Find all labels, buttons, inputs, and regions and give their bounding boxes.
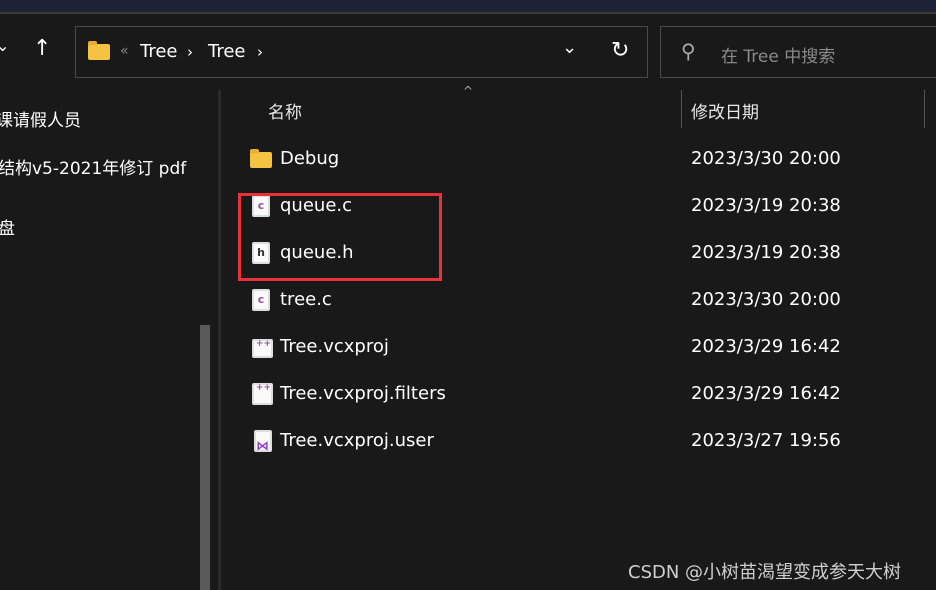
- file-row[interactable]: Debug 2023/3/30 20:00: [250, 140, 936, 180]
- search-icon: ⚲: [681, 39, 696, 63]
- vs-user-icon: ⋈: [250, 430, 272, 454]
- file-name: Tree.vcxproj.filters: [280, 383, 446, 404]
- file-date: 2023/3/29 16:42: [691, 383, 841, 404]
- sort-ascending-icon: ^: [463, 84, 474, 98]
- address-dropdown-icon[interactable]: ⌄: [562, 37, 577, 58]
- folder-icon: [88, 41, 110, 60]
- file-date: 2023/3/29 16:42: [691, 336, 841, 357]
- column-header-name[interactable]: 名称: [268, 98, 302, 123]
- search-box[interactable]: ⚲ 在 Tree 中搜索: [660, 26, 936, 78]
- file-row[interactable]: ⋈ Tree.vcxproj.user 2023/3/27 19:56: [250, 422, 936, 462]
- file-name: Tree.vcxproj.user: [280, 430, 434, 451]
- up-arrow-button[interactable]: ↑: [33, 36, 51, 61]
- filters-icon: ++: [250, 383, 273, 405]
- file-name: Tree.vcxproj: [280, 336, 389, 357]
- watermark: CSDN @小树苗渴望变成参天大树: [628, 562, 902, 583]
- breadcrumb-separator-icon[interactable]: ›: [187, 43, 193, 61]
- vcxproj-icon: ++: [250, 336, 273, 358]
- file-date: 2023/3/19 20:38: [691, 195, 841, 216]
- breadcrumb-overflow[interactable]: «: [120, 43, 129, 59]
- file-date: 2023/3/27 19:56: [691, 430, 841, 451]
- breadcrumb-item[interactable]: Tree: [140, 41, 178, 62]
- file-date: 2023/3/30 20:00: [691, 148, 841, 169]
- highlight-box: [238, 193, 442, 281]
- recent-chevron-icon[interactable]: ⌄: [0, 36, 9, 55]
- c-file-icon: c: [250, 289, 272, 311]
- address-bar[interactable]: « Tree › Tree › ⌄ ↻: [75, 26, 648, 78]
- file-name: tree.c: [280, 289, 332, 310]
- breadcrumb-separator-icon[interactable]: ›: [257, 43, 263, 61]
- file-row[interactable]: ++ Tree.vcxproj.filters 2023/3/29 16:42: [250, 375, 936, 415]
- column-separator[interactable]: [924, 90, 925, 128]
- title-bar: [0, 0, 936, 14]
- file-row[interactable]: c tree.c 2023/3/30 20:00: [250, 281, 936, 321]
- file-date: 2023/3/30 20:00: [691, 289, 841, 310]
- breadcrumb-item[interactable]: Tree: [208, 41, 246, 62]
- column-separator[interactable]: [681, 90, 682, 128]
- pane-divider[interactable]: [218, 90, 221, 590]
- sidebar-item[interactable]: 盘: [0, 214, 15, 239]
- sidebar-scrollbar[interactable]: [200, 325, 210, 590]
- sidebar-item[interactable]: 结构v5-2021年修订 pdf: [0, 154, 186, 179]
- search-input[interactable]: 在 Tree 中搜索: [721, 42, 835, 67]
- file-name: Debug: [280, 148, 340, 169]
- refresh-icon[interactable]: ↻: [611, 38, 629, 63]
- column-header-date[interactable]: 修改日期: [691, 98, 759, 123]
- folder-icon: [250, 148, 272, 170]
- sidebar-item[interactable]: 课请假人员: [0, 106, 81, 131]
- file-row[interactable]: ++ Tree.vcxproj 2023/3/29 16:42: [250, 328, 936, 368]
- file-date: 2023/3/19 20:38: [691, 242, 841, 263]
